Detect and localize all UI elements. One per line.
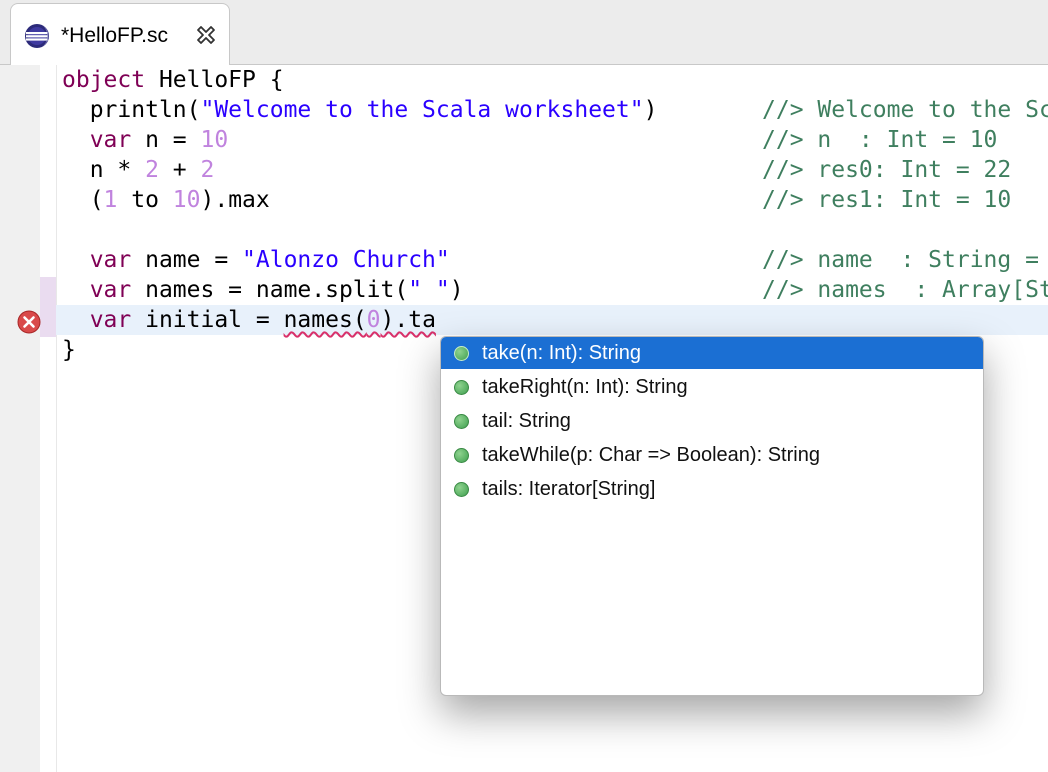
worksheet-result-4: //> res1: Int = 10 — [762, 187, 1012, 213]
change-marker — [40, 277, 56, 337]
code-text: names = name.split( — [131, 277, 409, 303]
code-text: n * — [62, 157, 146, 183]
completion-item[interactable]: tail: String — [441, 405, 983, 437]
completion-label: tails: Iterator[String] — [482, 478, 656, 500]
keyword: object — [62, 67, 146, 93]
worksheet-result-3: //> res0: Int = 22 — [762, 157, 1012, 183]
number-literal: 10 — [200, 127, 229, 153]
tab-title: *HelloFP.sc — [61, 24, 168, 47]
code-text: ).max — [200, 187, 270, 213]
content-assist-popup[interactable]: take(n: Int): String takeRight(n: Int): … — [440, 336, 984, 696]
completion-label: takeRight(n: Int): String — [482, 376, 688, 398]
completion-item[interactable]: tails: Iterator[String] — [441, 473, 983, 505]
error-marker-icon[interactable] — [17, 310, 41, 334]
public-method-icon — [454, 380, 469, 395]
code-line-9[interactable]: var initial = names(0).ta — [62, 305, 436, 335]
code-text: } — [62, 337, 76, 363]
public-method-icon — [454, 346, 469, 361]
string-literal: " " — [408, 277, 450, 303]
code-text: ) — [449, 277, 464, 303]
vertical-ruler — [0, 65, 40, 772]
worksheet-result-5: //> name : String = — [762, 247, 1039, 273]
worksheet-result-1: //> Welcome to the Sc — [762, 97, 1048, 123]
code-line-7[interactable]: var name = "Alonzo Church" — [62, 245, 450, 275]
worksheet-result-2: //> n : Int = 10 — [762, 127, 998, 153]
completion-label: takeWhile(p: Char => Boolean): String — [482, 444, 820, 466]
completion-item[interactable]: take(n: Int): String — [441, 337, 983, 369]
completion-item[interactable]: takeWhile(p: Char => Boolean): String — [441, 439, 983, 471]
keyword: var — [62, 277, 132, 303]
public-method-icon — [454, 414, 469, 429]
number-literal: 1 — [103, 187, 118, 213]
code-text: to — [117, 187, 173, 213]
number-literal: 2 — [200, 157, 215, 183]
string-literal: "Alonzo Church" — [242, 247, 450, 273]
completion-label: tail: String — [482, 410, 571, 432]
public-method-icon — [454, 448, 469, 463]
code-line-4[interactable]: n * 2 + 2 — [62, 155, 215, 185]
keyword: var — [62, 307, 132, 333]
code-line-5[interactable]: (1 to 10).max — [62, 185, 270, 215]
keyword: var — [62, 127, 132, 153]
code-text: names( — [283, 307, 367, 333]
number-literal: 10 — [172, 187, 201, 213]
completion-label: take(n: Int): String — [482, 342, 641, 364]
code-text: n = — [131, 127, 201, 153]
code-text: println( — [89, 97, 201, 123]
code-line-10[interactable]: } — [62, 335, 76, 365]
code-text: ( — [62, 187, 104, 213]
worksheet-result-6: //> names : Array[St — [762, 277, 1048, 303]
code-text: ) — [643, 97, 658, 123]
code-line-2[interactable]: println("Welcome to the Scala worksheet"… — [62, 95, 658, 125]
code-text: HelloFP { — [145, 67, 284, 93]
code-text: initial = — [131, 307, 284, 333]
code-text: ).ta — [380, 307, 436, 333]
editor-tab-bar: *HelloFP.sc — [0, 0, 1048, 65]
completion-item[interactable]: takeRight(n: Int): String — [441, 371, 983, 403]
code-text: + — [158, 157, 201, 183]
error-squiggle: names(0).ta — [284, 307, 436, 333]
code-line-3[interactable]: var n = 10 — [62, 125, 229, 155]
number-literal: 0 — [366, 307, 381, 333]
gutter-divider — [56, 65, 57, 772]
keyword: var — [62, 247, 132, 273]
editor-tab[interactable]: *HelloFP.sc — [10, 3, 230, 65]
code-line-8[interactable]: var names = name.split(" ") — [62, 275, 464, 305]
code-text: name = — [131, 247, 243, 273]
number-literal: 2 — [145, 157, 159, 183]
close-tab-icon[interactable] — [194, 23, 218, 47]
scala-worksheet-icon — [25, 24, 49, 48]
code-line-1[interactable]: object HelloFP { — [62, 65, 284, 95]
public-method-icon — [454, 482, 469, 497]
string-literal: "Welcome to the Scala worksheet" — [200, 97, 644, 123]
